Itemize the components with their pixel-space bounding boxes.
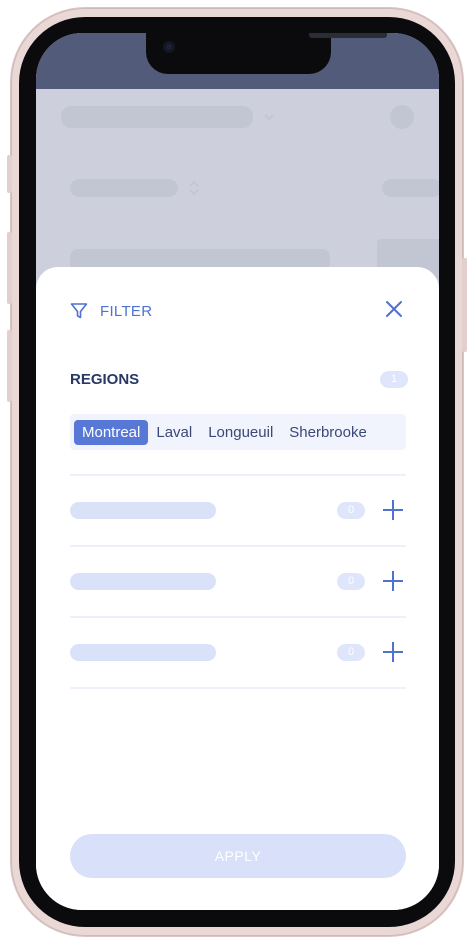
- speaker-grille: [309, 33, 387, 38]
- list-item: 0: [70, 637, 406, 667]
- sort-icon: [189, 180, 199, 196]
- region-tab-sherbrooke[interactable]: Sherbrooke: [281, 420, 375, 445]
- close-button[interactable]: [380, 295, 408, 323]
- filter-header: FILTER: [70, 297, 152, 325]
- filter-sheet: FILTER REGIONS 1 Montreal Laval Longueui…: [36, 267, 439, 910]
- notch: [146, 33, 387, 74]
- list-item-placeholder: [70, 502, 216, 519]
- chevron-down-icon: [264, 114, 274, 121]
- bg-avatar: [390, 105, 414, 129]
- bg-right-placeholder: [382, 179, 439, 197]
- apply-button[interactable]: APPLY: [70, 834, 406, 878]
- phone-screen: FILTER REGIONS 1 Montreal Laval Longueui…: [36, 33, 439, 910]
- list-item-count: 0: [337, 573, 365, 590]
- divider: [70, 687, 406, 689]
- divider: [70, 474, 406, 476]
- plus-icon[interactable]: [381, 498, 405, 522]
- list-item-count: 0: [337, 644, 365, 661]
- filter-title: FILTER: [100, 302, 153, 320]
- phone-volume-up-button: [7, 232, 12, 304]
- regions-count-badge: 1: [380, 371, 408, 388]
- phone-volume-down-button: [7, 330, 12, 402]
- list-item: 0: [70, 566, 406, 596]
- region-tab-montreal[interactable]: Montreal: [74, 419, 149, 445]
- phone-power-button: [462, 258, 467, 352]
- funnel-icon: [70, 303, 88, 319]
- region-tabs: Montreal Laval Longueuil Sherbrooke: [70, 414, 406, 450]
- list-item-placeholder: [70, 573, 216, 590]
- regions-title: REGIONS: [70, 371, 140, 388]
- plus-icon[interactable]: [381, 569, 405, 593]
- phone-side-button: [7, 155, 12, 193]
- region-tab-longueuil[interactable]: Longueuil: [200, 420, 281, 445]
- front-camera: [163, 41, 175, 53]
- list-item-count: 0: [337, 502, 365, 519]
- bg-sort-placeholder: [70, 179, 178, 197]
- plus-icon[interactable]: [381, 640, 405, 664]
- close-icon: [386, 301, 402, 317]
- divider: [70, 616, 406, 618]
- region-tab-laval[interactable]: Laval: [148, 420, 200, 445]
- bg-header-placeholder: [61, 106, 253, 128]
- list-item-placeholder: [70, 644, 216, 661]
- divider: [70, 545, 406, 547]
- list-item: 0: [70, 495, 406, 525]
